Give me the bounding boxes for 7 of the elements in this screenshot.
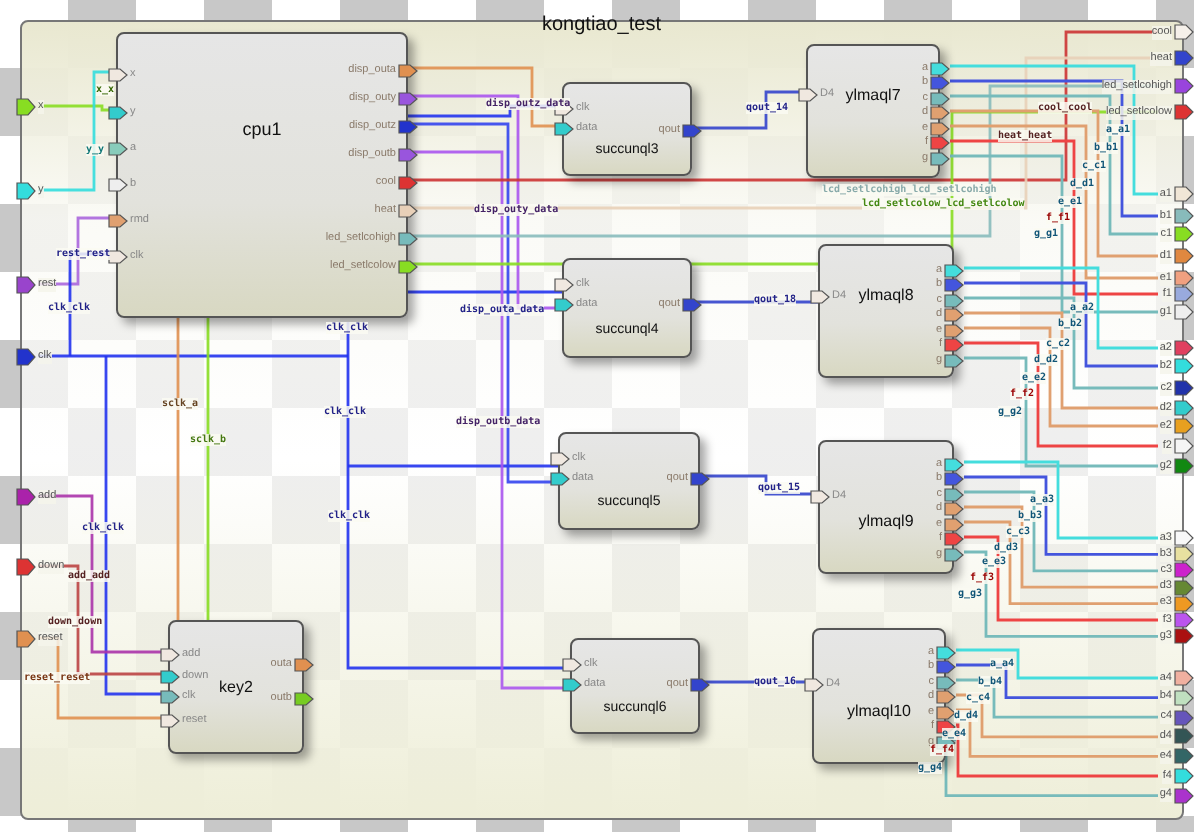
module-name: ylmaql9 xyxy=(858,514,914,531)
module-name: cpu1 xyxy=(242,120,282,139)
diagram-title: kongtiao_test xyxy=(542,14,661,36)
module-name: key2 xyxy=(219,679,253,695)
module-name: ylmaql7 xyxy=(845,87,901,104)
module-name: ylmaql10 xyxy=(847,703,911,720)
module-name: ylmaql8 xyxy=(858,287,914,304)
